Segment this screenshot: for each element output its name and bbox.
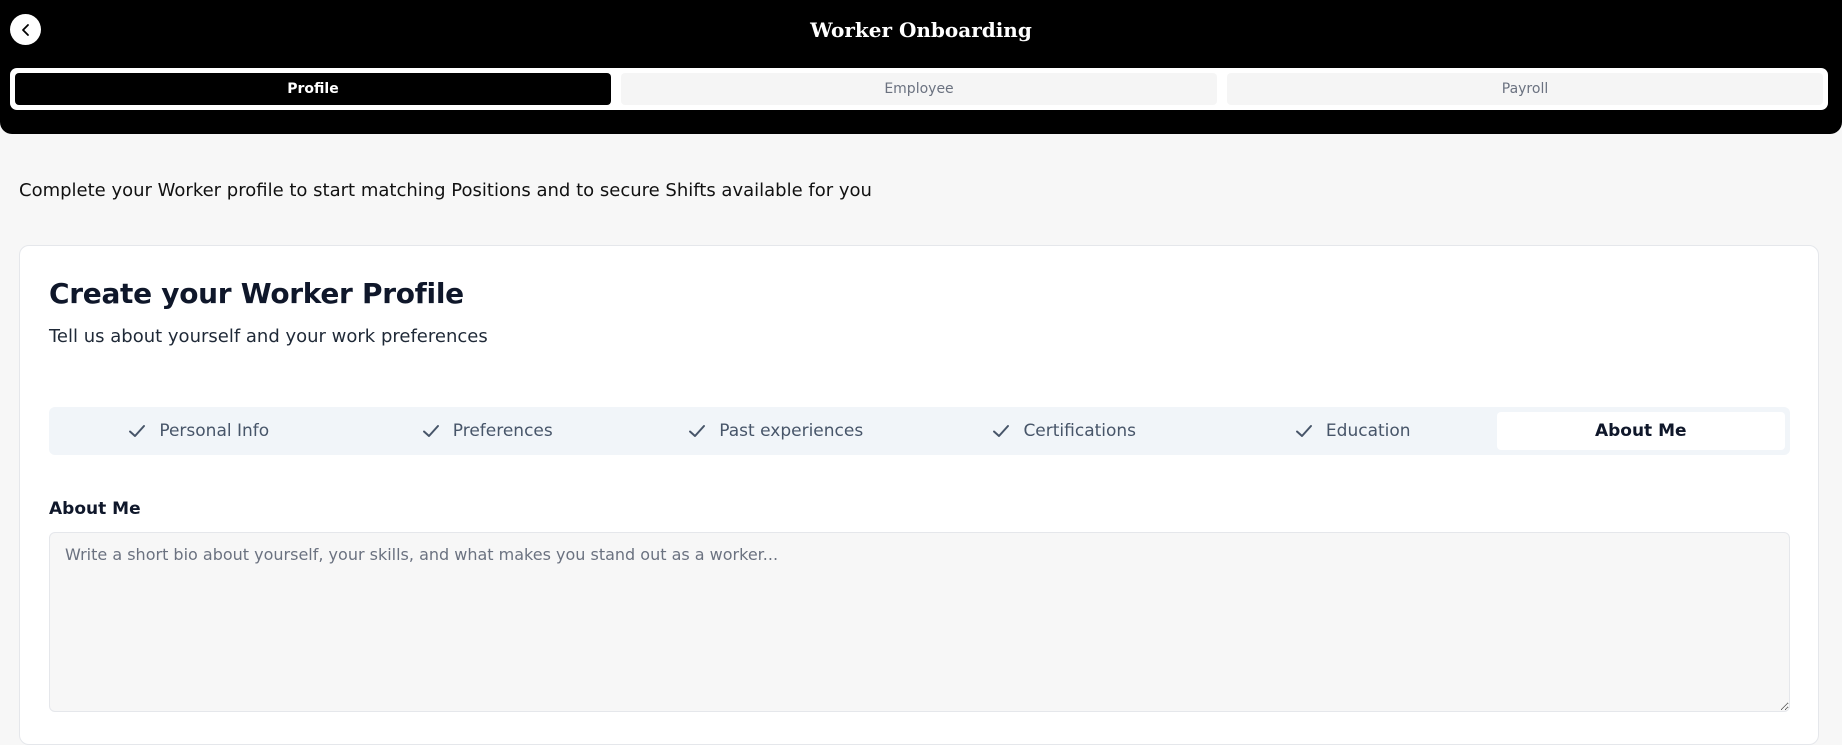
app-title: Worker Onboarding [810,18,1032,42]
card-title: Create your Worker Profile [49,277,464,310]
tab-label: Past experiences [719,421,864,441]
tab-label: Personal Info [159,421,270,441]
card-subtitle: Tell us about yourself and your work pre… [49,326,488,347]
tab-label: Preferences [452,421,553,441]
onboarding-stepper: Profile Employee Payroll [10,68,1828,110]
check-icon [993,425,1010,437]
profile-tabs: Personal Info Preferences Past experienc… [49,407,1790,455]
check-icon [422,425,439,437]
tab-label: About Me [1594,421,1687,441]
about-me-label: About Me [49,499,141,519]
check-icon [129,425,146,437]
tab-education[interactable]: Education [1208,412,1497,450]
tab-label: Education [1325,421,1411,441]
intro-text: Complete your Worker profile to start ma… [19,180,872,201]
check-icon [1295,425,1312,437]
about-me-textarea[interactable] [49,532,1790,712]
profile-card: Create your Worker Profile Tell us about… [19,245,1819,745]
tab-certifications[interactable]: Certifications [920,412,1209,450]
tab-past-experiences[interactable]: Past experiences [631,412,920,450]
check-icon [689,425,706,437]
step-profile[interactable]: Profile [15,73,611,105]
tab-personal-info[interactable]: Personal Info [54,412,343,450]
step-employee[interactable]: Employee [621,73,1217,105]
tab-about-me[interactable]: About Me [1496,412,1785,450]
tab-label: Certifications [1023,421,1137,441]
step-payroll[interactable]: Payroll [1227,73,1823,105]
tab-preferences[interactable]: Preferences [343,412,632,450]
top-bar: Worker Onboarding Profile Employee Payro… [0,0,1842,134]
